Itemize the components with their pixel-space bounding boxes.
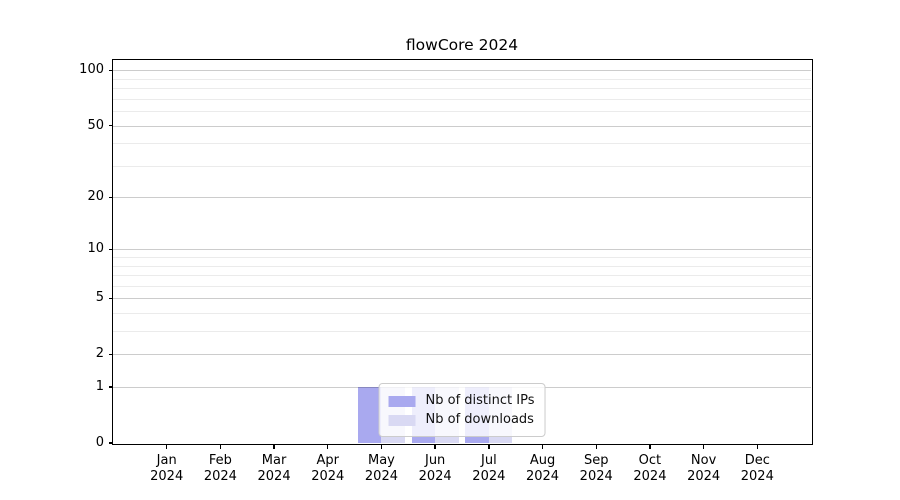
x-tick-label-jul: Jul2024	[461, 453, 517, 485]
x-tick-year: 2024	[353, 469, 409, 485]
legend-label-distinct-ips: Nb of distinct IPs	[426, 393, 535, 409]
y-tick-5	[109, 298, 114, 299]
gridline-major-50	[113, 126, 811, 127]
gridline-minor-9	[113, 257, 811, 258]
x-tick-jul	[488, 445, 489, 450]
x-tick-year: 2024	[407, 469, 463, 485]
x-tick-year: 2024	[300, 469, 356, 485]
x-tick-label-nov: Nov2024	[676, 453, 732, 485]
gridline-minor-6	[113, 286, 811, 287]
y-tick-label-1: 1	[0, 379, 104, 395]
x-tick-label-feb: Feb2024	[192, 453, 248, 485]
y-tick-label-50: 50	[0, 118, 104, 134]
x-tick-month: Aug	[515, 453, 571, 469]
x-tick-feb	[220, 445, 221, 450]
x-tick-year: 2024	[676, 469, 732, 485]
gridline-major-100	[113, 70, 811, 71]
legend: Nb of distinct IPs Nb of downloads	[379, 383, 546, 437]
y-tick-label-0: 0	[0, 435, 104, 451]
x-tick-oct	[649, 445, 650, 450]
x-tick-year: 2024	[461, 469, 517, 485]
x-tick-year: 2024	[568, 469, 624, 485]
x-tick-year: 2024	[515, 469, 571, 485]
gridline-minor-7	[113, 275, 811, 276]
y-tick-label-2: 2	[0, 346, 104, 362]
x-tick-year: 2024	[139, 469, 195, 485]
x-tick-month: Jun	[407, 453, 463, 469]
y-tick-50	[109, 125, 114, 126]
figure: flowCore 2024 Nb of distinct IPs Nb of d…	[0, 0, 900, 500]
gridline-major-10	[113, 249, 811, 250]
x-tick-label-aug: Aug2024	[515, 453, 571, 485]
x-tick-label-dec: Dec2024	[729, 453, 785, 485]
y-tick-100	[109, 70, 114, 71]
x-tick-month: Mar	[246, 453, 302, 469]
x-tick-label-apr: Apr2024	[300, 453, 356, 485]
gridline-minor-4	[113, 313, 811, 314]
gridline-major-5	[113, 298, 811, 299]
gridline-minor-8	[113, 266, 811, 267]
x-tick-dec	[757, 445, 758, 450]
gridline-minor-40	[113, 143, 811, 144]
gridline-major-2	[113, 354, 811, 355]
x-tick-label-jun: Jun2024	[407, 453, 463, 485]
x-tick-apr	[327, 445, 328, 450]
chart-title: flowCore 2024	[113, 36, 811, 54]
y-tick-label-20: 20	[0, 189, 104, 205]
x-tick-month: Dec	[729, 453, 785, 469]
x-tick-nov	[703, 445, 704, 450]
x-tick-month: Nov	[676, 453, 732, 469]
x-tick-may	[381, 445, 382, 450]
legend-swatch-downloads	[389, 415, 416, 426]
x-tick-year: 2024	[729, 469, 785, 485]
x-tick-label-jan: Jan2024	[139, 453, 195, 485]
x-tick-mar	[273, 445, 274, 450]
x-tick-sep	[596, 445, 597, 450]
x-tick-label-mar: Mar2024	[246, 453, 302, 485]
x-tick-month: Jul	[461, 453, 517, 469]
legend-item-downloads: Nb of downloads	[389, 412, 535, 428]
gridline-minor-80	[113, 88, 811, 89]
y-tick-20	[109, 197, 114, 198]
x-tick-year: 2024	[622, 469, 678, 485]
y-tick-label-5: 5	[0, 290, 104, 306]
gridline-minor-3	[113, 331, 811, 332]
x-tick-label-may: May2024	[353, 453, 409, 485]
x-tick-year: 2024	[192, 469, 248, 485]
x-tick-month: Sep	[568, 453, 624, 469]
x-tick-label-oct: Oct2024	[622, 453, 678, 485]
x-tick-jan	[166, 445, 167, 450]
x-tick-month: Jan	[139, 453, 195, 469]
y-tick-1	[109, 386, 114, 387]
x-tick-jun	[434, 445, 435, 450]
legend-label-downloads: Nb of downloads	[426, 412, 534, 428]
x-tick-month: May	[353, 453, 409, 469]
legend-item-distinct-ips: Nb of distinct IPs	[389, 393, 535, 409]
gridline-minor-30	[113, 166, 811, 167]
x-tick-month: Feb	[192, 453, 248, 469]
gridline-minor-60	[113, 111, 811, 112]
gridline-minor-90	[113, 79, 811, 80]
y-tick-label-10: 10	[0, 241, 104, 257]
x-tick-year: 2024	[246, 469, 302, 485]
y-tick-2	[109, 354, 114, 355]
x-tick-label-sep: Sep2024	[568, 453, 624, 485]
x-tick-month: Oct	[622, 453, 678, 469]
y-tick-10	[109, 249, 114, 250]
gridline-minor-70	[113, 99, 811, 100]
gridline-major-20	[113, 197, 811, 198]
y-tick-label-100: 100	[0, 62, 104, 78]
y-tick-0	[109, 442, 114, 443]
legend-swatch-distinct-ips	[389, 396, 416, 407]
x-tick-aug	[542, 445, 543, 450]
x-tick-month: Apr	[300, 453, 356, 469]
